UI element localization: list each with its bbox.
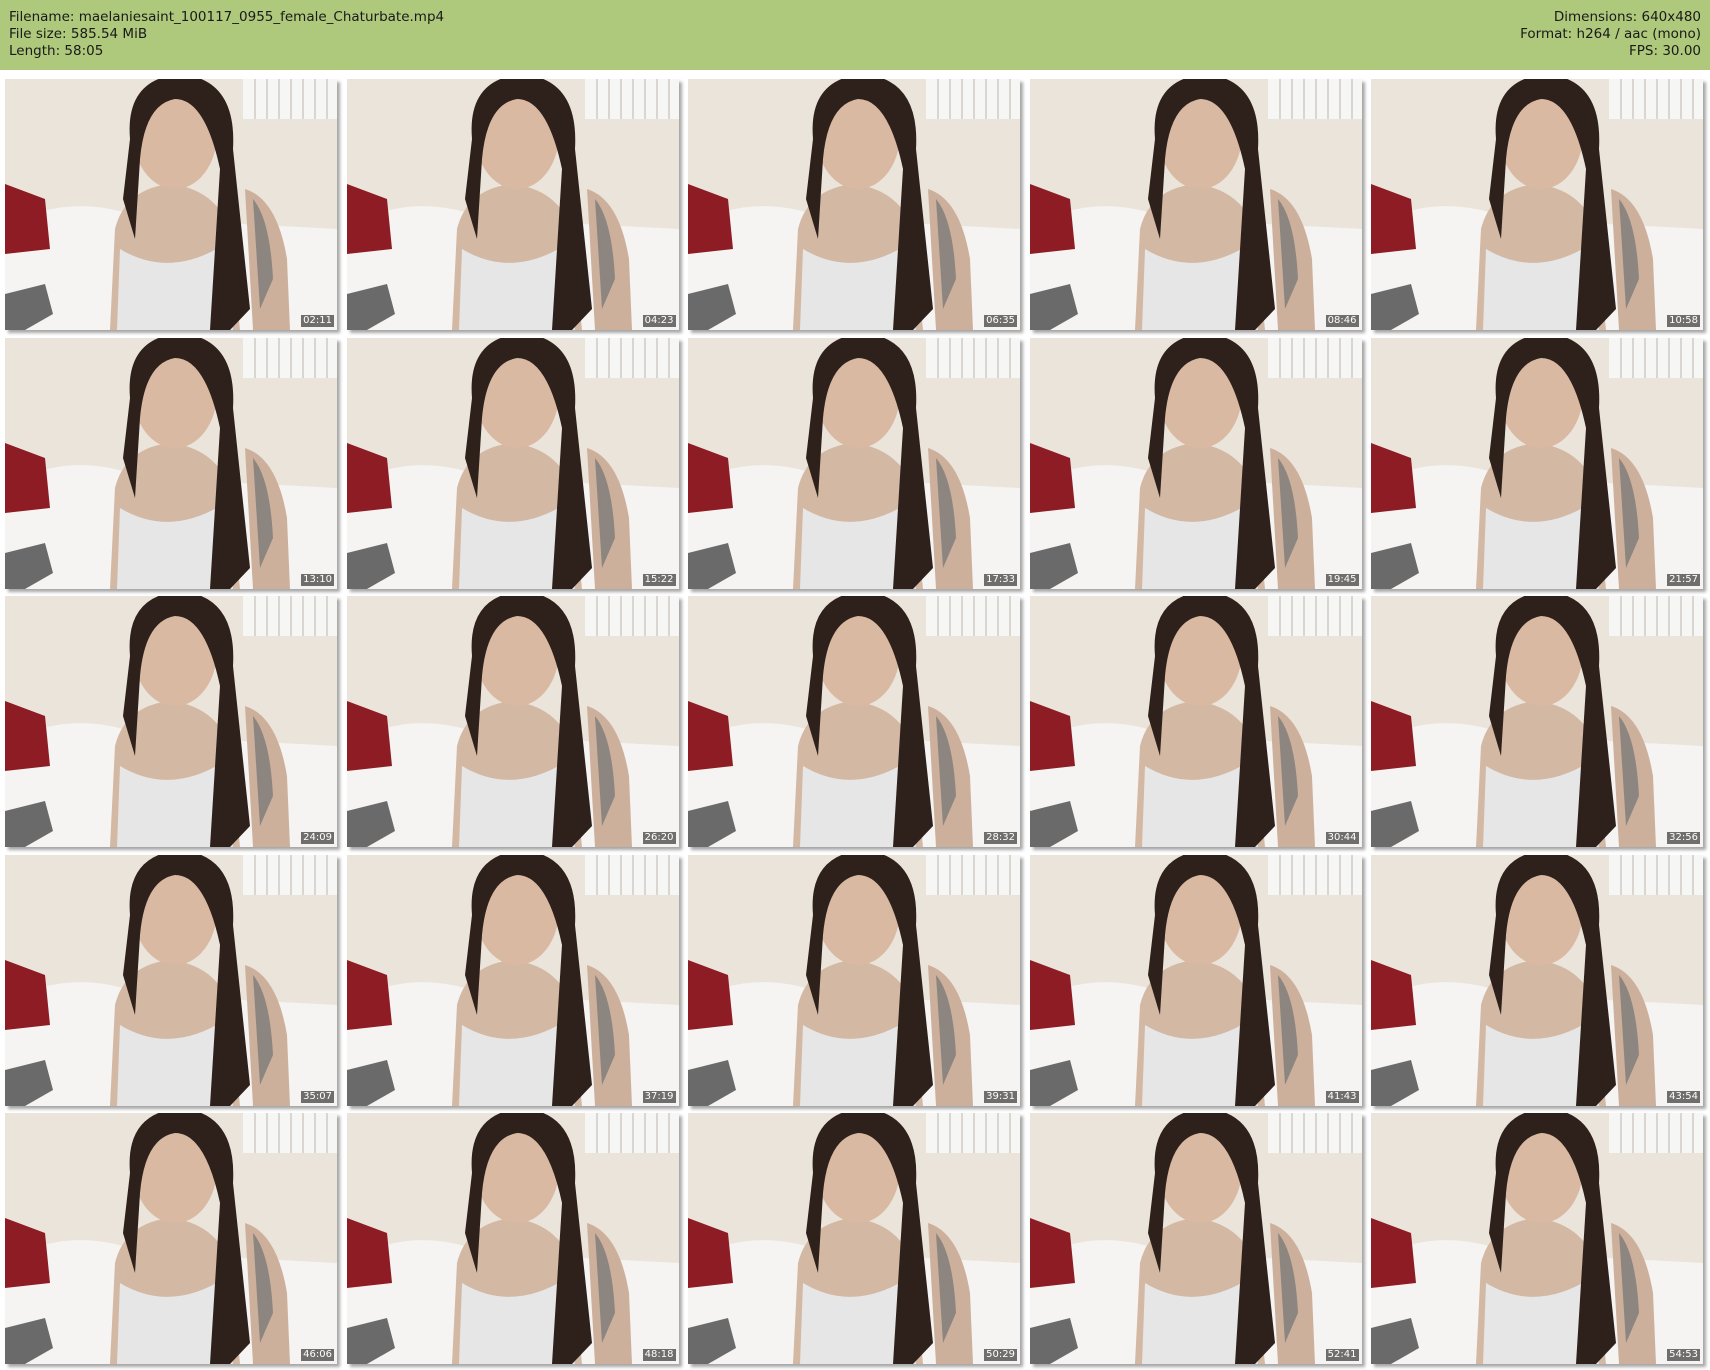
thumbnail-timestamp: 50:29: [984, 1349, 1017, 1361]
thumbnail-frame-image: [688, 337, 1020, 589]
dimensions-text: Dimensions: 640x480: [1553, 9, 1701, 25]
thumbnail-timestamp: 41:43: [1325, 1090, 1359, 1103]
thumbnail-frame-image: [346, 79, 679, 330]
fps-text: FPS: 30.00: [1629, 43, 1701, 59]
thumbnail-frame-image: [688, 1113, 1020, 1364]
thumbnail-frame-image: [346, 854, 679, 1106]
thumbnail-frame-image: [346, 596, 679, 847]
video-thumbnail: 15:22: [346, 337, 679, 589]
thumbnail-frame-image: [688, 596, 1020, 847]
thumbnail-timestamp: 32:56: [1667, 832, 1700, 844]
thumbnail-timestamp: 54:53: [1667, 1349, 1700, 1361]
video-thumbnail: 26:20: [346, 596, 679, 847]
thumbnail-timestamp: 37:19: [642, 1090, 676, 1103]
thumbnail-frame-image: [346, 1113, 679, 1364]
video-thumbnail: 24:09: [5, 596, 337, 847]
video-thumbnail: 30:44: [1029, 596, 1362, 847]
thumbnail-timestamp: 24:09: [301, 832, 334, 844]
thumbnail-frame-image: [5, 854, 337, 1106]
video-thumbnail: 10:58: [1371, 79, 1703, 330]
thumbnail-frame-image: [1029, 596, 1362, 847]
thumbnail-frame-image: [1029, 79, 1362, 330]
thumbnail-timestamp: 13:10: [301, 573, 334, 586]
thumbnail-timestamp: 26:20: [642, 832, 676, 844]
thumbnail-timestamp: 43:54: [1667, 1090, 1700, 1103]
video-thumbnail: 41:43: [1029, 854, 1362, 1106]
length-text: Length: 58:05: [9, 43, 104, 59]
thumbnail-timestamp: 06:35: [984, 315, 1017, 327]
thumbnail-frame-image: [1371, 79, 1703, 330]
video-thumbnail: 46:06: [5, 1113, 337, 1364]
filesize-text: File size: 585.54 MiB: [9, 26, 148, 42]
video-thumbnail: 43:54: [1371, 854, 1703, 1106]
thumbnail-frame-image: [688, 854, 1020, 1106]
video-thumbnail: 37:19: [346, 854, 679, 1106]
video-thumbnail: 02:11: [5, 79, 337, 330]
thumbnail-timestamp: 15:22: [642, 573, 676, 586]
thumbnail-frame-image: [5, 1113, 337, 1364]
video-thumbnail: 54:53: [1371, 1113, 1703, 1364]
thumbnail-frame-image: [1371, 337, 1703, 589]
thumbnail-timestamp: 17:33: [984, 573, 1017, 586]
video-thumbnail: 32:56: [1371, 596, 1703, 847]
thumbnail-timestamp: 48:18: [642, 1349, 676, 1361]
video-thumbnail: 48:18: [346, 1113, 679, 1364]
video-thumbnail: 17:33: [688, 337, 1020, 589]
thumbnail-frame-image: [346, 337, 679, 589]
thumbnail-timestamp: 21:57: [1667, 573, 1700, 586]
thumbnail-timestamp: 35:07: [301, 1090, 334, 1103]
thumbnail-timestamp: 28:32: [984, 832, 1017, 844]
file-info-right: Dimensions: 640x480 Format: h264 / aac (…: [1520, 9, 1701, 60]
video-thumbnail: 04:23: [346, 79, 679, 330]
thumbnail-grid: 02:11 04:23 06:35 08:46 10:58 13:10 15:22 17:33…: [5, 79, 1705, 1364]
video-thumbnail: 35:07: [5, 854, 337, 1106]
video-thumbnail: 50:29: [688, 1113, 1020, 1364]
thumbnail-frame-image: [1371, 596, 1703, 847]
thumbnail-frame-image: [1029, 854, 1362, 1106]
thumbnail-frame-image: [5, 79, 337, 330]
format-text: Format: h264 / aac (mono): [1520, 26, 1701, 42]
info-header: Filename: maelaniesaint_100117_0955_fema…: [0, 0, 1710, 70]
thumbnail-timestamp: 04:23: [642, 315, 676, 327]
thumbnail-frame-image: [5, 337, 337, 589]
video-thumbnail: 39:31: [688, 854, 1020, 1106]
thumbnail-timestamp: 02:11: [301, 315, 334, 327]
video-thumbnail: 08:46: [1029, 79, 1362, 330]
thumbnail-timestamp: 52:41: [1325, 1349, 1359, 1361]
video-thumbnail: 21:57: [1371, 337, 1703, 589]
thumbnail-frame-image: [688, 79, 1020, 330]
thumbnail-timestamp: 08:46: [1325, 315, 1359, 327]
thumbnail-frame-image: [1029, 337, 1362, 589]
filename-text: Filename: maelaniesaint_100117_0955_fema…: [9, 9, 445, 25]
thumbnail-timestamp: 10:58: [1667, 315, 1700, 327]
file-info-left: Filename: maelaniesaint_100117_0955_fema…: [9, 9, 444, 60]
thumbnail-frame-image: [1371, 854, 1703, 1106]
thumbnail-timestamp: 19:45: [1325, 573, 1359, 586]
video-thumbnail: 13:10: [5, 337, 337, 589]
thumbnail-timestamp: 46:06: [301, 1349, 334, 1361]
thumbnail-timestamp: 39:31: [984, 1090, 1017, 1103]
video-thumbnail: 28:32: [688, 596, 1020, 847]
thumbnail-frame-image: [1029, 1113, 1362, 1364]
video-thumbnail: 06:35: [688, 79, 1020, 330]
video-thumbnail: 52:41: [1029, 1113, 1362, 1364]
thumbnail-timestamp: 30:44: [1325, 832, 1359, 844]
thumbnail-frame-image: [1371, 1113, 1703, 1364]
video-thumbnail: 19:45: [1029, 337, 1362, 589]
thumbnail-frame-image: [5, 596, 337, 847]
